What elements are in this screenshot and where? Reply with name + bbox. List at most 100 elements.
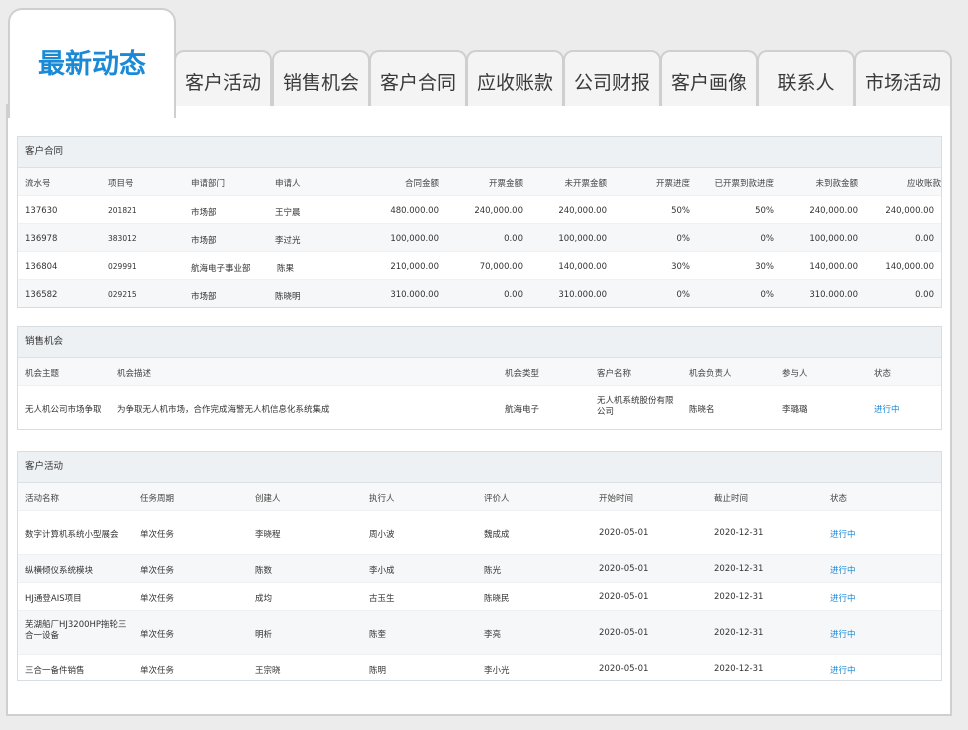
- tab-sales-opportunity[interactable]: 销售机会: [272, 50, 370, 106]
- cell-creator: 王宗晓: [255, 666, 281, 676]
- column-header: 活动名称: [25, 494, 60, 504]
- column-header: 未开票金额: [564, 179, 607, 189]
- tab-label: 客户画像: [670, 72, 747, 94]
- tab-market-activity[interactable]: 市场活动: [854, 50, 952, 106]
- section-title: 客户合同: [18, 137, 941, 168]
- column-header: 执行人: [369, 494, 395, 504]
- cell-amount: 310.000.00: [390, 290, 439, 300]
- cell-project: 029991: [108, 262, 137, 271]
- column-header: 机会类型: [505, 369, 540, 379]
- table-row[interactable]: 数字计算机系统小型展会 单次任务 李晓程 周小波 魏成成 2020-05-01 …: [18, 511, 941, 555]
- cell-cycle: 单次任务: [140, 594, 175, 604]
- cell-project: 201821: [108, 206, 137, 215]
- table-row[interactable]: 136582 029215 市场部 陈晓明 310.000.00 0.00 31…: [18, 280, 941, 307]
- cell-unpaid: 310.000.00: [809, 290, 858, 300]
- column-header: 项目号: [108, 179, 134, 189]
- cell-activity-name: 芜湖船厂HJ3200HP拖轮三合一设备: [25, 620, 127, 641]
- column-header: 机会负责人: [689, 369, 732, 379]
- table-row[interactable]: 芜湖船厂HJ3200HP拖轮三合一设备 单次任务 明析 陈奎 李亮 2020-0…: [18, 611, 941, 655]
- tab-customer-contract[interactable]: 客户合同: [369, 50, 467, 106]
- table-row[interactable]: 无人机公司市场争取 为争取无人机市场，合作完成海警无人机信息化系统集成 航海电子…: [18, 386, 941, 429]
- status-badge[interactable]: 进行中: [830, 564, 856, 576]
- cell-paid-progress: 50%: [755, 206, 774, 216]
- column-header: 评价人: [484, 494, 510, 504]
- cell-amount: 100,000.00: [390, 234, 439, 244]
- column-header: 申请部门: [191, 179, 226, 189]
- tab-customer-profile[interactable]: 客户画像: [660, 50, 758, 106]
- tab-label: 市场活动: [864, 72, 941, 94]
- column-header: 申请人: [275, 179, 301, 189]
- status-badge[interactable]: 进行中: [830, 664, 856, 676]
- tab-label: 最新动态: [38, 49, 146, 80]
- cell-executor: 李小成: [369, 566, 395, 576]
- table-row[interactable]: 三合一备件销售 单次任务 王宗晓 陈明 李小光 2020-05-01 2020-…: [18, 655, 941, 680]
- cell-cycle: 单次任务: [140, 566, 175, 576]
- cell-executor: 陈奎: [369, 630, 387, 640]
- opportunity-section: 销售机会 机会主题 机会描述 机会类型 客户名称 机会负责人 参与人 状态 无人…: [17, 326, 942, 430]
- cell-executor: 古玉生: [369, 594, 395, 604]
- column-header: 机会主题: [25, 369, 60, 379]
- status-badge[interactable]: 进行中: [830, 628, 856, 640]
- tab-label: 联系人: [777, 72, 835, 94]
- cell-activity-name: 数字计算机系统小型展会: [25, 530, 119, 540]
- cell-creator: 陈数: [255, 566, 273, 576]
- cell-progress: 30%: [671, 262, 690, 272]
- cell-unpaid: 240,000.00: [809, 206, 858, 216]
- tab-latest-news[interactable]: 最新动态: [8, 8, 176, 118]
- column-header: 截止时间: [714, 494, 749, 504]
- cell-type: 航海电子: [505, 405, 540, 415]
- cell-serial: 136978: [25, 234, 58, 244]
- column-header: 任务周期: [140, 494, 175, 504]
- table-row[interactable]: 137630 201821 市场部 王宁晨 480.000.00 240,000…: [18, 196, 941, 224]
- cell-start: 2020-05-01: [599, 592, 649, 602]
- cell-end: 2020-12-31: [714, 628, 764, 638]
- cell-invoiced: 70,000.00: [479, 262, 523, 272]
- column-header: 开票金额: [488, 179, 523, 189]
- status-badge[interactable]: 进行中: [830, 528, 856, 540]
- column-header: 应收账款: [906, 179, 941, 189]
- section-title: 销售机会: [18, 327, 941, 358]
- cell-reviewer: 魏成成: [484, 530, 510, 540]
- cell-progress: 0%: [676, 234, 691, 244]
- cell-creator: 李晓程: [255, 530, 281, 540]
- cell-applicant: 王宁晨: [275, 208, 301, 218]
- tab-receivables[interactable]: 应收账款: [466, 50, 564, 106]
- cell-applicant: 李过光: [275, 236, 301, 246]
- cell-end: 2020-12-31: [714, 664, 764, 674]
- cell-department: 市场部: [191, 236, 217, 246]
- tab-contacts[interactable]: 联系人: [757, 50, 855, 106]
- column-header: 状态: [874, 369, 892, 379]
- table-row[interactable]: 136804 029991 航海电子事业部 陈果 210,000.00 70,0…: [18, 252, 941, 280]
- cell-cycle: 单次任务: [140, 530, 175, 540]
- cell-paid-progress: 0%: [760, 290, 775, 300]
- cell-paid-progress: 0%: [760, 234, 775, 244]
- cell-serial: 136582: [25, 290, 58, 300]
- status-badge[interactable]: 进行中: [874, 403, 900, 415]
- cell-uninvoiced: 240,000.00: [558, 206, 607, 216]
- activity-section: 客户活动 活动名称 任务周期 创建人 执行人 评价人 开始时间 截止时间 状态 …: [17, 451, 942, 681]
- cell-start: 2020-05-01: [599, 564, 649, 574]
- cell-serial: 136804: [25, 262, 58, 272]
- tab-financial-report[interactable]: 公司财报: [563, 50, 661, 106]
- tab-customer-activity[interactable]: 客户活动: [174, 50, 272, 106]
- table-row[interactable]: 136978 383012 市场部 李过光 100,000.00 0.00 10…: [18, 224, 941, 252]
- tab-label: 客户活动: [184, 72, 261, 94]
- cell-start: 2020-05-01: [599, 628, 649, 638]
- table-header: 活动名称 任务周期 创建人 执行人 评价人 开始时间 截止时间 状态: [18, 483, 941, 511]
- cell-reviewer: 陈晓民: [484, 594, 510, 604]
- table-row[interactable]: 纵横倾仪系统模块 单次任务 陈数 李小成 陈光 2020-05-01 2020-…: [18, 555, 941, 583]
- cell-start: 2020-05-01: [599, 528, 649, 538]
- contract-section: 客户合同 流水号 项目号 申请部门 申请人 合同金额 开票金额 未开票金额 开票…: [17, 136, 942, 308]
- cell-reviewer: 李亮: [484, 630, 502, 640]
- table-row[interactable]: HJ通登AIS项目 单次任务 成均 古玉生 陈晓民 2020-05-01 202…: [18, 583, 941, 611]
- tab-label: 销售机会: [282, 72, 359, 94]
- cell-receivable: 140,000.00: [885, 262, 934, 272]
- column-header: 合同金额: [404, 179, 439, 189]
- cell-end: 2020-12-31: [714, 528, 764, 538]
- table-header: 流水号 项目号 申请部门 申请人 合同金额 开票金额 未开票金额 开票进度 已开…: [18, 168, 941, 196]
- cell-description: 为争取无人机市场，合作完成海警无人机信息化系统集成: [117, 405, 330, 415]
- cell-paid-progress: 30%: [755, 262, 774, 272]
- cell-cycle: 单次任务: [140, 666, 175, 676]
- status-badge[interactable]: 进行中: [830, 592, 856, 604]
- cell-applicant: 陈晓明: [275, 292, 301, 302]
